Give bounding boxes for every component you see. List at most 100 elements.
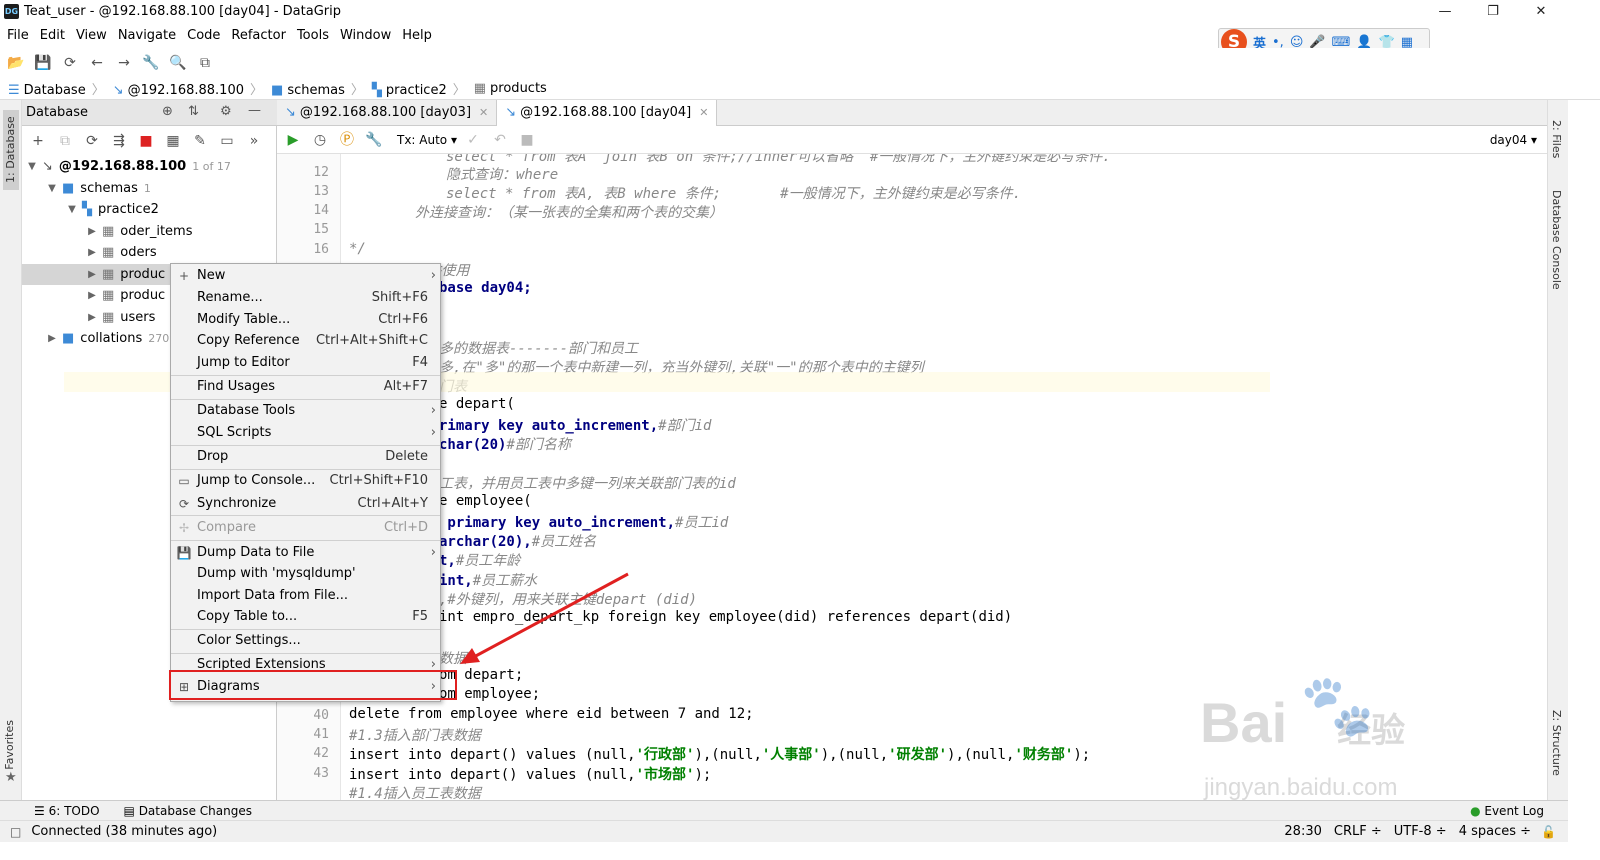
search-icon[interactable]: 🔍 — [167, 52, 189, 74]
menu-item-jump-to-console[interactable]: ▭ Jump to Console... Ctrl+Shift+F10 — [171, 470, 440, 491]
structure-icon[interactable]: ⧉ — [194, 52, 216, 74]
close-tab-icon[interactable]: ✕ — [479, 106, 488, 119]
wrench-icon[interactable]: 🔧 — [140, 52, 162, 74]
menu-item-compare[interactable]: ✢ Compare Ctrl+D — [171, 517, 440, 538]
tree-node-oders[interactable]: ▶ ▦ oders — [22, 242, 277, 264]
context-menu: + New › Rename... Shift+F6 Modify Table... C… — [170, 263, 441, 702]
rollback-icon[interactable]: ↶ — [489, 129, 511, 151]
code-line: rimary key auto_increment,#部门id — [439, 418, 712, 434]
menu-file[interactable]: File — [7, 28, 29, 43]
menu-item-jump-to-editor[interactable]: Jump to Editor F4 — [171, 352, 440, 373]
code-line: base day04; — [439, 280, 532, 296]
back-arrow-icon[interactable]: ← — [86, 52, 108, 74]
tree-node-host[interactable]: ▼ ↘ @192.168.88.100 1 of 17 — [22, 156, 277, 178]
chevron-right-icon: ▶ — [88, 311, 96, 323]
duplicate-icon[interactable]: ⧉ — [54, 130, 76, 152]
tx-mode-dropdown[interactable]: Tx: Auto ▾ — [397, 133, 457, 147]
menu-edit[interactable]: Edit — [40, 28, 65, 43]
line-number: 14 — [313, 203, 329, 218]
schema-selector[interactable]: day04 ▾ — [1490, 133, 1537, 147]
menu-item-color-settings[interactable]: Color Settings... — [171, 630, 440, 651]
menu-item-find-usages[interactable]: Find Usages Alt+F7 — [171, 376, 440, 397]
breadcrumb-products[interactable]: ▦ products — [474, 81, 547, 96]
crosshair-icon[interactable]: ⊕ — [162, 104, 173, 119]
menu-separator — [171, 540, 440, 541]
menu-separator — [171, 515, 440, 516]
structure-tool-tab[interactable]: Z: Structure — [1550, 710, 1563, 776]
stop-icon[interactable]: ■ — [135, 130, 157, 152]
menu-item-rename[interactable]: Rename... Shift+F6 — [171, 287, 440, 308]
parameters-icon[interactable]: Ⓟ — [336, 129, 358, 151]
tree-node-practice2[interactable]: ▼ ▚ practice2 — [22, 199, 277, 221]
forward-arrow-icon[interactable]: → — [113, 52, 135, 74]
tree-node-oder-items[interactable]: ▶ ▦ oder_items — [22, 221, 277, 243]
menu-item-dump-data-to-file[interactable]: 💾 Dump Data to File › — [171, 542, 440, 563]
menu-item-sql-scripts[interactable]: SQL Scripts › — [171, 422, 440, 443]
collapse-icon[interactable]: ⇅ — [188, 104, 199, 119]
caret-position[interactable]: 28:30 — [1284, 824, 1321, 839]
run-icon[interactable]: ▶ — [282, 129, 304, 151]
wrench-icon[interactable]: 🔧 — [363, 129, 385, 151]
database-changes-tab[interactable]: ▤ Database Changes — [124, 804, 252, 818]
minimize-button[interactable]: — — [1430, 2, 1460, 22]
encoding[interactable]: UTF-8 ÷ — [1394, 824, 1447, 839]
database-icon: ☰ — [8, 83, 20, 98]
commit-icon[interactable]: ✓ — [462, 129, 484, 151]
menu-item-new[interactable]: + New › — [171, 265, 440, 286]
favorites-tool-tab[interactable]: Favorites — [3, 720, 16, 770]
breadcrumb-schemas[interactable]: ■ schemas 〉 — [271, 79, 364, 98]
tab-day03[interactable]: ↘ @192.168.88.100 [day03] ✕ — [277, 99, 498, 126]
breadcrumb-host[interactable]: ↘ @192.168.88.100 〉 — [113, 79, 263, 98]
close-tab-icon[interactable]: ✕ — [699, 106, 708, 119]
breadcrumb-database[interactable]: ☰ Database 〉 — [8, 79, 105, 98]
tab-day04[interactable]: ↘ @192.168.88.100 [day04] ✕ — [497, 99, 718, 126]
database-tool-tab[interactable]: 1: Database — [3, 110, 19, 190]
stop-icon[interactable]: ■ — [516, 129, 538, 151]
menu-help[interactable]: Help — [402, 28, 432, 43]
menu-item-drop[interactable]: Drop Delete — [171, 446, 440, 467]
console-icon[interactable]: ▭ — [216, 130, 238, 152]
gear-icon[interactable]: ⚙ — [220, 104, 232, 119]
database-console-tool-tab[interactable]: Database Console — [1550, 190, 1563, 290]
history-icon[interactable]: ◷ — [309, 129, 331, 151]
save-icon[interactable]: 💾 — [32, 52, 54, 74]
menu-code[interactable]: Code — [187, 28, 220, 43]
menu-item-import-data[interactable]: Import Data from File... — [171, 585, 440, 606]
files-tool-tab[interactable]: 2: Files — [1550, 120, 1563, 158]
menu-window[interactable]: Window — [340, 28, 391, 43]
add-icon[interactable]: + — [27, 130, 49, 152]
table-view-icon[interactable]: ▦ — [162, 130, 184, 152]
menu-item-copy-reference[interactable]: Copy Reference Ctrl+Alt+Shift+C — [171, 330, 440, 351]
star-icon: ★ — [5, 770, 17, 785]
indent-setting[interactable]: 4 spaces ÷ — [1459, 824, 1531, 839]
menu-item-copy-table[interactable]: Copy Table to... F5 — [171, 606, 440, 627]
menu-navigate[interactable]: Navigate — [118, 28, 176, 43]
sync-icon[interactable]: ⟳ — [59, 52, 81, 74]
schema-sync-icon[interactable]: ⇶ — [108, 130, 130, 152]
menu-view[interactable]: View — [76, 28, 107, 43]
close-button[interactable]: ✕ — [1526, 2, 1556, 22]
lock-icon[interactable]: 🔓 — [1541, 825, 1556, 839]
line-separator[interactable]: CRLF ÷ — [1334, 824, 1382, 839]
breadcrumb-practice2[interactable]: ▚ practice2 〉 — [372, 79, 466, 98]
paw-icon: 🐾 — [1300, 671, 1375, 741]
todo-tab[interactable]: ☰ 6: TODO — [34, 804, 100, 818]
menu-refactor[interactable]: Refactor — [231, 28, 286, 43]
more-icon[interactable]: » — [243, 130, 265, 152]
tree-node-schemas[interactable]: ▼ ■ schemas 1 — [22, 178, 277, 200]
chevron-down-icon: ▼ — [48, 182, 56, 194]
edit-icon[interactable]: ✎ — [189, 130, 211, 152]
line-number: 42 — [313, 746, 329, 761]
hide-panel-icon[interactable]: — — [248, 103, 261, 118]
line-number: 13 — [313, 184, 329, 199]
menu-item-synchronize[interactable]: ⟳ Synchronize Ctrl+Alt+Y — [171, 493, 440, 514]
menu-item-modify-table[interactable]: Modify Table... Ctrl+F6 — [171, 309, 440, 330]
menu-item-database-tools[interactable]: Database Tools › — [171, 400, 440, 421]
open-folder-icon[interactable]: 📂 — [5, 52, 27, 74]
restore-button[interactable]: ❐ — [1478, 2, 1508, 22]
chevron-right-icon: ▶ — [88, 268, 96, 280]
chevron-right-icon: ▶ — [48, 333, 56, 345]
refresh-icon[interactable]: ⟳ — [81, 130, 103, 152]
menu-tools[interactable]: Tools — [297, 28, 329, 43]
menu-item-dump-mysqldump[interactable]: Dump with 'mysqldump' — [171, 563, 440, 584]
